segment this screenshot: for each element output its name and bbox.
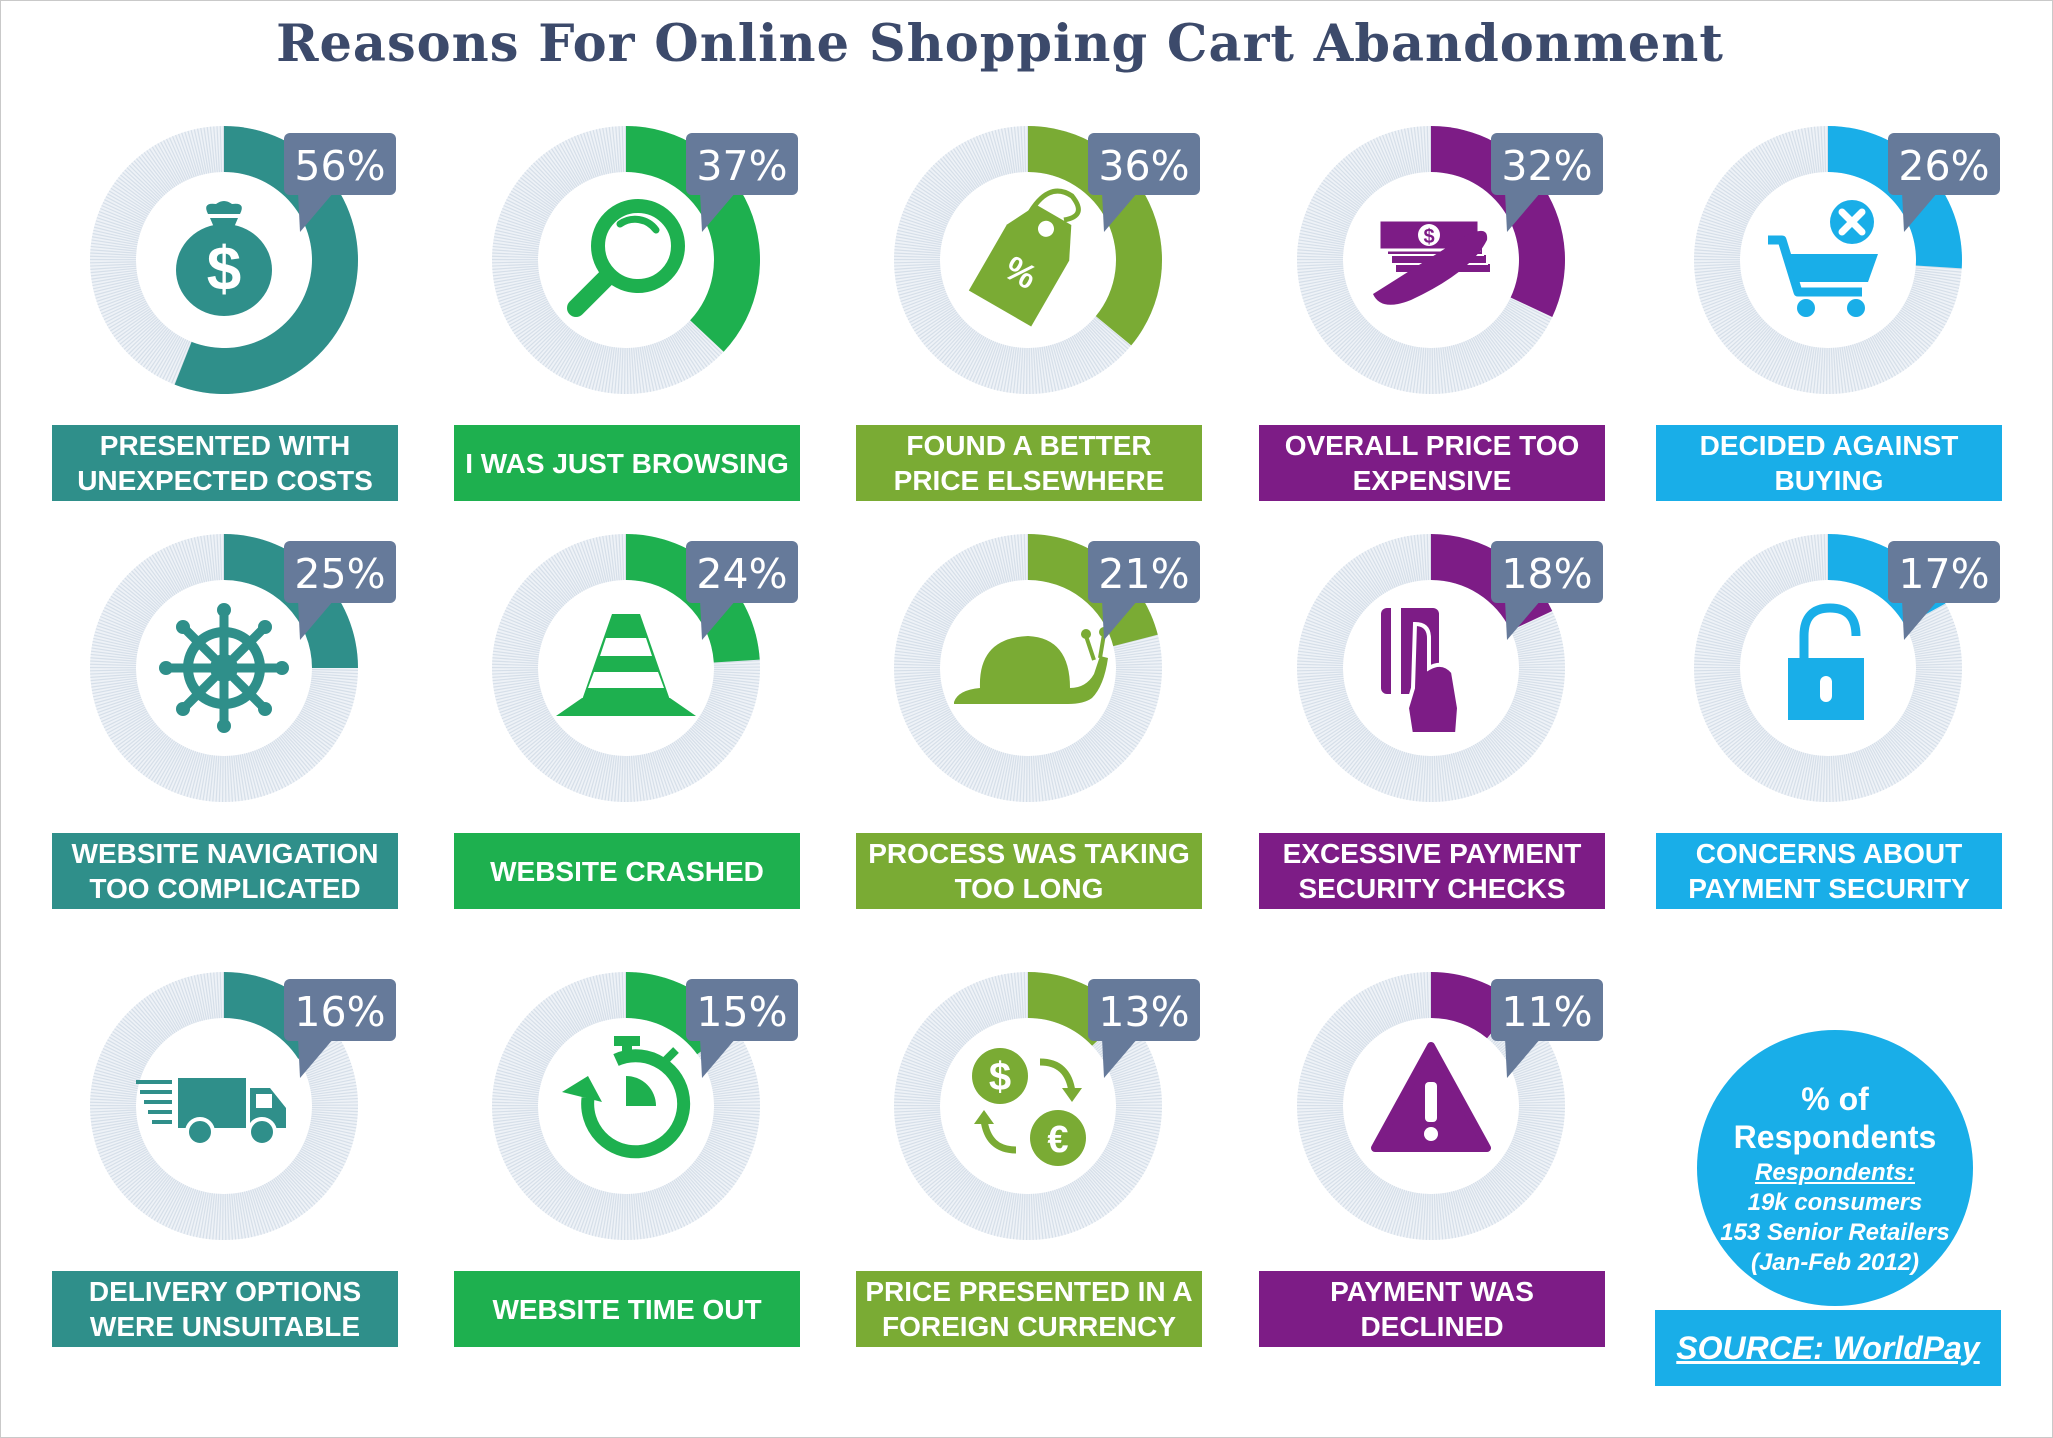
traffic-cone-icon [556, 614, 696, 716]
reason-item: 37% I WAS JUST BROWSING [454, 120, 814, 510]
card-in-hand-icon [1381, 608, 1462, 736]
reason-label: WEBSITE CRASHED [454, 833, 800, 909]
warning-icon [1371, 1042, 1491, 1152]
reason-label: PAYMENT WAS DECLINED [1259, 1271, 1605, 1347]
percent-value: 36% [1098, 142, 1189, 190]
reason-item: $ €13% PRICE PRESENTED IN A FOREIGN CURREN… [856, 966, 1216, 1356]
percent-value: 37% [696, 142, 787, 190]
reason-item: 26% DECIDED AGAINST BUYING [1656, 120, 2016, 510]
donut-chart: 21% [893, 533, 1200, 802]
donut-chart: 18% [1296, 533, 1603, 802]
svg-text:$: $ [989, 1055, 1011, 1099]
reason-label: DECIDED AGAINST BUYING [1656, 425, 2002, 501]
reason-label: WEBSITE NAVIGATION TOO COMPLICATED [52, 833, 398, 909]
respondents-details: Respondents: 19k consumers 153 Senior Re… [1697, 1158, 1973, 1278]
donut-chart: $€13% [893, 971, 1200, 1240]
reason-item: % 36% FOUND A BETTER PRICE ELSEWHERE [856, 120, 1216, 510]
donut-chart: $56% [89, 125, 396, 394]
reason-label: PROCESS WAS TAKING TOO LONG [856, 833, 1202, 909]
reason-label: DELIVERY OPTIONS WERE UNSUITABLE [52, 1271, 398, 1347]
reason-label: PRESENTED WITH UNEXPECTED COSTS [52, 425, 398, 501]
respondents-line: 19k consumers [1747, 1189, 1923, 1216]
snail-icon [954, 627, 1109, 704]
reason-item: $32% OVERALL PRICE TOO EXPENSIVE [1259, 120, 1619, 510]
percent-value: 18% [1501, 550, 1592, 598]
reason-item: 15% WEBSITE TIME OUT [454, 966, 814, 1356]
reason-item: 17% CONCERNS ABOUT PAYMENT SECURITY [1656, 528, 2016, 918]
reason-item: 11% PAYMENT WAS DECLINED [1259, 966, 1619, 1356]
respondents-summary: % of Respondents Respondents: 19k consum… [1655, 990, 2015, 1390]
percent-value: 56% [294, 142, 385, 190]
reason-item: 24% WEBSITE CRASHED [454, 528, 814, 918]
percent-value: 21% [1098, 550, 1189, 598]
reason-item: 18% EXCESSIVE PAYMENT SECURITY CHECKS [1259, 528, 1619, 918]
reason-label: FOUND A BETTER PRICE ELSEWHERE [856, 425, 1202, 501]
delivery-van-icon [136, 1078, 286, 1147]
donut-chart: % 36% [893, 125, 1200, 394]
donut-chart: 26% [1693, 125, 2000, 394]
donut-chart: 37% [491, 125, 798, 394]
cart-cancel-icon [1768, 200, 1878, 317]
percent-value: 25% [294, 550, 385, 598]
source-box: SOURCE: WorldPay [1655, 1310, 2001, 1386]
donut-chart: 15% [491, 971, 798, 1240]
reason-label: CONCERNS ABOUT PAYMENT SECURITY [1656, 833, 2002, 909]
money-bag-icon: $ [176, 201, 272, 316]
reason-item: 21% PROCESS WAS TAKING TOO LONG [856, 528, 1216, 918]
reason-label: PRICE PRESENTED IN A FOREIGN CURRENCY [856, 1271, 1202, 1347]
reason-label: WEBSITE TIME OUT [454, 1271, 800, 1347]
reason-item: $56% PRESENTED WITH UNEXPECTED COSTS [52, 120, 412, 510]
reason-label: I WAS JUST BROWSING [454, 425, 800, 501]
svg-text:$: $ [1423, 226, 1434, 248]
reason-label: OVERALL PRICE TOO EXPENSIVE [1259, 425, 1605, 501]
svg-text:€: € [1047, 1119, 1068, 1161]
currency-exchange-icon: $€ [972, 1048, 1086, 1166]
stopwatch-icon [562, 1036, 691, 1159]
respondents-circle: % of Respondents Respondents: 19k consum… [1697, 1030, 1973, 1306]
reason-item: 25% WEBSITE NAVIGATION TOO COMPLICATED [52, 528, 412, 918]
ship-wheel-icon [159, 603, 289, 733]
donut-chart: 16% [89, 971, 396, 1240]
source-link[interactable]: SOURCE: WorldPay [1676, 1330, 1979, 1367]
price-tag-icon: % [968, 188, 1081, 327]
reason-item: 16% DELIVERY OPTIONS WERE UNSUITABLE [52, 966, 412, 1356]
percent-value: 17% [1898, 550, 1989, 598]
percent-value: 26% [1898, 142, 1989, 190]
percent-value: 11% [1501, 988, 1592, 1036]
reason-label: EXCESSIVE PAYMENT SECURITY CHECKS [1259, 833, 1605, 909]
respondents-line: (Jan-Feb 2012) [1750, 1249, 1920, 1276]
percent-value: 13% [1098, 988, 1189, 1036]
respondents-heading: Respondents: [1754, 1159, 1915, 1186]
donut-chart: 17% [1693, 533, 2000, 802]
donut-chart: 11% [1296, 971, 1603, 1240]
percent-value: 32% [1501, 142, 1592, 190]
percent-value: 15% [696, 988, 787, 1036]
donut-chart: 25% [89, 533, 396, 802]
svg-text:$: $ [207, 235, 241, 304]
percent-value: 16% [294, 988, 385, 1036]
padlock-icon [1788, 603, 1864, 720]
magnifier-icon [567, 199, 685, 317]
respondents-line: 153 Senior Retailers [1720, 1219, 1950, 1246]
cash-stack-icon: $ [1373, 218, 1492, 305]
donut-chart: $32% [1296, 125, 1603, 394]
percent-value: 24% [696, 550, 787, 598]
pct-of-respondents-label: % of Respondents [1733, 1081, 1937, 1155]
donut-chart: 24% [491, 533, 798, 802]
